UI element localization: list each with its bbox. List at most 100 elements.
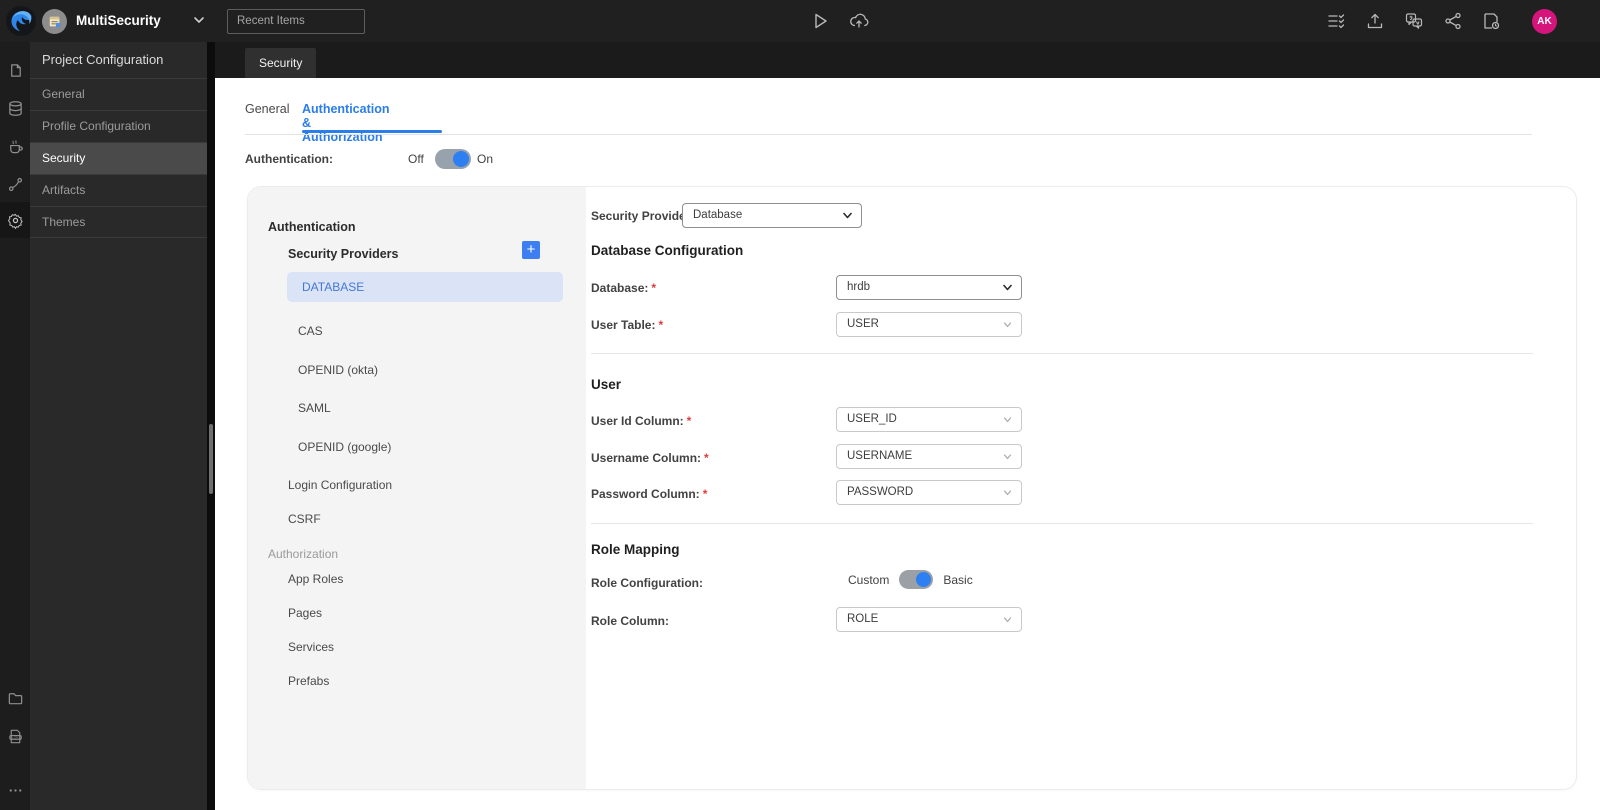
logs-icon[interactable]: LOG	[0, 720, 30, 752]
sidebar-scrollbar-thumb[interactable]	[209, 424, 213, 494]
role-configuration-toggle[interactable]	[899, 570, 934, 589]
task-list-icon[interactable]	[1326, 11, 1346, 31]
section-divider	[591, 523, 1533, 524]
provider-item-database[interactable]: DATABASE	[287, 272, 563, 302]
more-options-icon[interactable]	[0, 774, 30, 806]
database-icon[interactable]	[0, 92, 30, 124]
sidebar-scrollbar[interactable]	[207, 42, 215, 810]
editor-tab-strip: Security	[215, 42, 1600, 78]
required-asterisk: *	[702, 487, 708, 501]
nav-security-providers[interactable]: Security Providers	[288, 247, 398, 261]
username-column-select[interactable]: USERNAME	[836, 444, 1022, 469]
nav-section-authorization: Authorization	[268, 547, 339, 561]
sidebar-title: Project Configuration	[42, 52, 164, 67]
password-column-label: Password Column: *	[591, 487, 708, 501]
left-icon-rail: LOG	[0, 42, 30, 810]
required-asterisk: *	[704, 451, 709, 465]
user-id-column-label: User Id Column: *	[591, 414, 692, 428]
section-divider	[591, 353, 1533, 354]
nav-csrf[interactable]: CSRF	[288, 512, 321, 526]
toggle-knob	[916, 572, 932, 587]
tabs-divider	[245, 134, 1532, 135]
password-column-select[interactable]: PASSWORD	[836, 480, 1022, 505]
chevron-down-icon	[1002, 313, 1013, 336]
user-heading: User	[591, 377, 622, 392]
nav-app-roles[interactable]: App Roles	[288, 572, 343, 586]
required-asterisk: *	[686, 414, 692, 428]
svg-text:LOG: LOG	[12, 735, 18, 739]
add-provider-button[interactable]: +	[522, 241, 540, 259]
wavemaker-logo-icon[interactable]	[5, 5, 37, 37]
translate-chat-icon[interactable]	[1404, 11, 1424, 31]
active-tab-underline	[302, 130, 442, 133]
project-switch-chevron-icon[interactable]	[192, 13, 206, 32]
deploy-cloud-upload-icon[interactable]	[849, 11, 869, 31]
user-id-column-select[interactable]: USER_ID	[836, 407, 1022, 432]
run-preview-icon[interactable]	[810, 11, 830, 31]
nav-pages[interactable]: Pages	[288, 606, 322, 620]
java-services-icon[interactable]	[0, 130, 30, 162]
tab-security[interactable]: Security	[245, 48, 317, 78]
vcs-share-icon[interactable]	[1443, 11, 1463, 31]
nav-section-authentication: Authentication	[268, 220, 356, 234]
sidebar-item-profile-configuration[interactable]: Profile Configuration	[30, 110, 207, 142]
authentication-label: Authentication:	[245, 152, 333, 166]
nav-prefabs[interactable]: Prefabs	[288, 674, 329, 688]
nav-login-configuration[interactable]: Login Configuration	[288, 478, 392, 492]
sidebar-item-security[interactable]: Security	[30, 142, 207, 174]
provider-item-cas[interactable]: CAS	[298, 324, 323, 338]
database-select[interactable]: hrdb	[836, 275, 1022, 300]
chevron-down-icon	[1002, 481, 1013, 504]
tab-general[interactable]: General	[245, 102, 289, 130]
user-avatar[interactable]: AK	[1532, 9, 1557, 34]
database-label: Database: *	[591, 281, 657, 295]
provider-item-saml[interactable]: SAML	[298, 401, 331, 415]
required-asterisk: *	[658, 318, 664, 332]
project-avatar-icon[interactable]	[42, 9, 67, 34]
apis-icon[interactable]	[0, 168, 30, 200]
chevron-down-icon	[1002, 408, 1013, 431]
toggle-off-label: Off	[408, 152, 424, 166]
sidebar-item-general[interactable]: General	[30, 78, 207, 110]
sidebar-item-themes[interactable]: Themes	[30, 206, 207, 238]
settings-icon[interactable]	[0, 202, 30, 238]
username-column-label: Username Column: *	[591, 451, 709, 465]
security-provider-select[interactable]: Database	[682, 203, 862, 228]
security-provider-label: Security Provider	[591, 209, 691, 223]
authentication-config-card: Authentication Security Providers + DATA…	[247, 186, 1577, 790]
role-configuration-label: Role Configuration:	[591, 576, 703, 590]
role-mapping-heading: Role Mapping	[591, 542, 680, 557]
top-bar: MultiSecurity Recent Items AK	[0, 0, 1600, 42]
role-column-label: Role Column:	[591, 614, 669, 628]
toggle-custom-label: Custom	[848, 572, 890, 587]
toggle-knob	[453, 151, 469, 167]
recent-items-dropdown[interactable]: Recent Items	[227, 9, 365, 34]
nav-services[interactable]: Services	[288, 640, 334, 654]
file-explorer-icon[interactable]	[0, 682, 30, 714]
provider-item-openid-okta[interactable]: OPENID (okta)	[298, 363, 378, 377]
role-column-select[interactable]: ROLE	[836, 607, 1022, 632]
authentication-toggle-row: Authentication: Off On	[245, 147, 645, 171]
chevron-down-icon	[842, 204, 853, 227]
toggle-basic-label: Basic	[943, 572, 973, 587]
sidebar-item-artifacts[interactable]: Artifacts	[30, 174, 207, 206]
toggle-on-label: On	[477, 152, 494, 166]
chevron-down-icon	[1002, 608, 1013, 631]
database-configuration-heading: Database Configuration	[591, 243, 744, 258]
required-asterisk: *	[651, 281, 657, 295]
export-icon[interactable]	[1365, 11, 1385, 31]
project-name: MultiSecurity	[76, 13, 161, 28]
file-sync-icon[interactable]	[1481, 11, 1501, 31]
role-configuration-toggle-row: Custom Basic	[848, 570, 973, 589]
authentication-toggle[interactable]	[435, 149, 471, 169]
user-table-select[interactable]: USER	[836, 312, 1022, 337]
user-table-label: User Table: *	[591, 318, 664, 332]
chevron-down-icon	[1002, 445, 1013, 468]
pages-icon[interactable]	[0, 54, 30, 86]
chevron-down-icon	[1002, 276, 1013, 299]
security-nav-panel: Authentication Security Providers + DATA…	[248, 187, 586, 789]
tab-authentication-authorization[interactable]: Authentication & Authorization	[302, 102, 390, 144]
security-settings-page: General Authentication & Authorization A…	[215, 78, 1600, 810]
provider-item-openid-google[interactable]: OPENID (google)	[298, 440, 391, 454]
app-window: MultiSecurity Recent Items AK LOG Projec…	[0, 0, 1600, 810]
